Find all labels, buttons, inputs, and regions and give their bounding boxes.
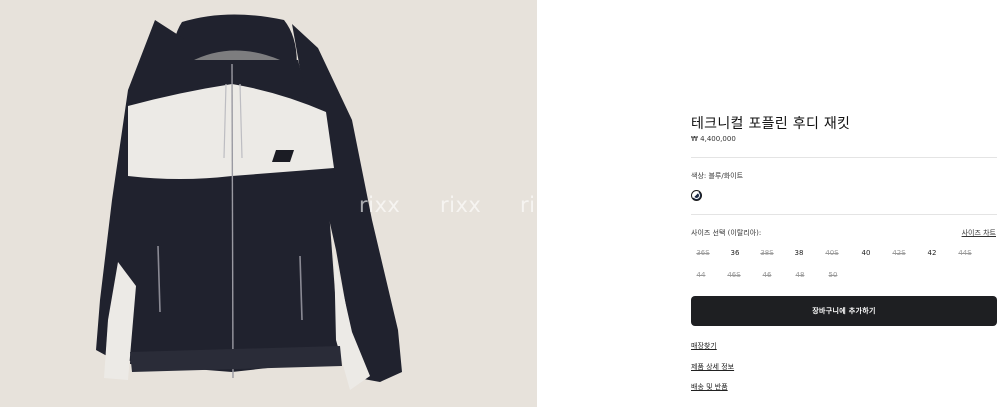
product-image-area: rixx rixx ri [0,0,537,407]
divider [691,157,997,158]
product-title: 테크니컬 포플린 후디 재킷 [691,116,851,132]
size-option[interactable]: 44S [953,249,977,257]
watermark-text: ri [520,193,536,217]
size-option[interactable]: 42 [920,249,944,257]
size-option[interactable]: 42S [887,249,911,257]
shipping-returns-link[interactable]: 배송 및 반품 [691,382,728,392]
size-option[interactable]: 46 [755,271,779,279]
product-price: ₩ 4,400,000 [691,135,736,143]
size-option[interactable]: 46S [722,271,746,279]
color-label: 색상: [691,172,707,180]
product-details-link[interactable]: 제품 상세 정보 [691,362,734,372]
size-option[interactable]: 38 [787,249,811,257]
size-option[interactable]: 44 [689,271,713,279]
watermark-text: rixx [359,193,401,217]
color-info: 색상: 블루/화이트 [691,171,743,181]
color-value: 블루/화이트 [708,172,744,180]
size-option[interactable]: 40 [854,249,878,257]
size-option[interactable]: 48 [788,271,812,279]
size-chart-link[interactable]: 사이즈 차트 [962,228,996,238]
watermark-text: rixx [440,193,482,217]
size-option[interactable]: 50 [821,271,845,279]
color-swatch-blue-white[interactable] [691,190,702,201]
size-option[interactable]: 38S [755,249,779,257]
add-to-cart-button[interactable]: 장바구니에 추가하기 [691,296,997,326]
divider [691,214,997,215]
size-option[interactable]: 36 [723,249,747,257]
size-option[interactable]: 40S [820,249,844,257]
size-option[interactable]: 36S [691,249,715,257]
size-select-label: 사이즈 선택 (이탈리아): [691,229,762,237]
product-info-panel: 테크니컬 포플린 후디 재킷 ₩ 4,400,000 색상: 블루/화이트 사이… [537,0,1000,407]
store-locator-link[interactable]: 매장찾기 [691,341,717,351]
